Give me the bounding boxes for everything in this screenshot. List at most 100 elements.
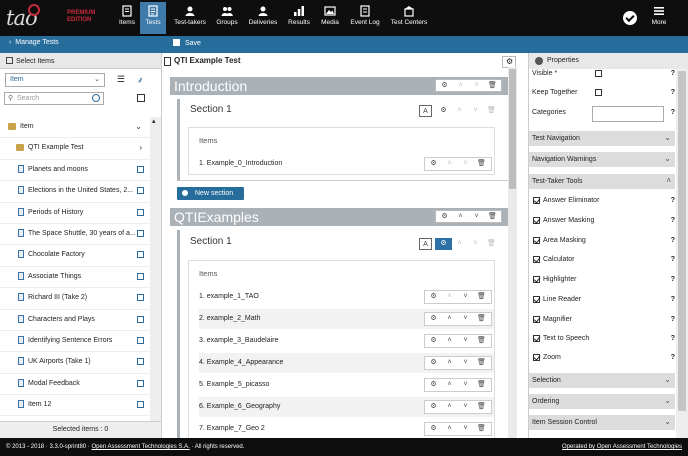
tree-item[interactable]: The Space Shuttle, 30 years of a... — [0, 224, 150, 246]
tree-item[interactable]: Planets and moons — [0, 160, 150, 182]
move-down-icon[interactable]: ˅ — [457, 158, 474, 170]
item-checkbox[interactable] — [137, 294, 144, 302]
tool-highlighter[interactable]: Highlighter? — [529, 276, 675, 283]
tool-calculator[interactable]: Calculator? — [529, 256, 675, 263]
move-up-icon[interactable]: ˄ — [441, 158, 458, 170]
tree-folder-item[interactable]: Item ⌄ — [0, 117, 150, 139]
more-menu[interactable]: More — [647, 2, 671, 34]
gear-icon[interactable]: ⚙ — [425, 335, 442, 347]
move-down-icon[interactable]: ˅ — [457, 401, 474, 413]
tree-item[interactable]: Periods of History — [0, 203, 150, 224]
help-icon[interactable]: ? — [671, 276, 675, 283]
help-icon[interactable]: ? — [671, 197, 675, 204]
help-icon[interactable]: ? — [671, 109, 675, 116]
trash-icon[interactable]: 🗑 — [483, 105, 500, 117]
trash-icon[interactable]: 🗑 — [473, 379, 490, 391]
nav-event-log[interactable]: Event Log — [347, 2, 383, 34]
gear-icon[interactable]: ⚙ — [425, 313, 442, 325]
accordion-navigation-warnings[interactable]: Navigation Warnings ⌄ — [529, 152, 675, 167]
tree-item[interactable]: Associate Things — [0, 267, 150, 289]
tool-zoom[interactable]: Zoom? — [529, 354, 675, 361]
item-checkbox[interactable] — [137, 165, 144, 173]
tool-checkbox[interactable] — [533, 197, 540, 204]
move-up-icon[interactable]: ˄ — [451, 238, 468, 250]
company-link[interactable]: Open Assessment Technologies S.A. — [91, 444, 189, 450]
right-scrollbar[interactable] — [676, 69, 688, 438]
center-scroll-thumb[interactable] — [509, 69, 516, 189]
item-checkbox[interactable] — [137, 379, 144, 387]
testpart-qtiexamples-header[interactable]: QTIExamples ⚙ ˄ ˅ 🗑 — [170, 208, 510, 226]
move-up-icon[interactable]: ˄ — [441, 313, 458, 325]
gear-icon[interactable]: ⚙ — [425, 158, 442, 170]
move-down-icon[interactable]: ˅ — [457, 335, 474, 347]
trash-icon[interactable]: 🗑 — [473, 401, 490, 413]
test-item-row[interactable]: 7. Example_7_Geo 2 ⚙ ˄ ˅ 🗑 — [199, 419, 494, 439]
tree-item[interactable]: Characters and Plays — [0, 310, 150, 331]
save-button[interactable]: Save — [173, 39, 201, 47]
keep-together-checkbox[interactable] — [595, 89, 602, 96]
move-up-icon[interactable]: ˄ — [452, 211, 469, 223]
nav-test-takers[interactable]: Test-takers — [171, 2, 209, 34]
tree-item[interactable]: UK Airports (Take 1) — [0, 352, 150, 374]
gear-icon[interactable]: ⚙ — [425, 291, 442, 303]
nav-test-centers[interactable]: Test Centers — [388, 2, 430, 34]
move-up-icon[interactable]: ˄ — [441, 401, 458, 413]
item-checkbox[interactable] — [137, 187, 144, 195]
tool-answer-eliminator[interactable]: Answer Eliminator? — [529, 197, 675, 204]
move-up-icon[interactable]: ˄ — [452, 80, 469, 92]
list-view-icon[interactable]: ☰ — [117, 74, 125, 85]
item-checkbox[interactable] — [137, 272, 144, 280]
operated-by-link[interactable]: Operated by Open Assessment Technologies — [562, 444, 682, 450]
move-down-icon[interactable]: ˅ — [457, 291, 474, 303]
tao-logo[interactable]: tao — [6, 2, 68, 34]
gear-icon[interactable]: ⚙ — [435, 238, 452, 250]
test-item-row[interactable]: 5. Example_5_picasso ⚙ ˄ ˅ 🗑 — [199, 375, 494, 395]
help-icon[interactable]: ? — [671, 70, 675, 77]
item-checkbox[interactable] — [137, 358, 144, 366]
move-up-icon[interactable]: ˄ — [441, 357, 458, 369]
nav-results[interactable]: Results — [285, 2, 313, 34]
move-up-icon[interactable]: ˄ — [441, 379, 458, 391]
tool-checkbox[interactable] — [533, 256, 540, 263]
item-checkbox[interactable] — [137, 208, 144, 216]
test-item-row[interactable]: 1. example_1_TAO ⚙ ˄ ˅ 🗑 — [199, 287, 494, 307]
rubric-block-icon[interactable]: A — [419, 238, 432, 250]
gear-icon[interactable]: ⚙ — [436, 211, 453, 223]
nav-media[interactable]: Media — [318, 2, 342, 34]
tool-checkbox[interactable] — [533, 296, 540, 303]
tree-subfolder[interactable]: QTI Example Test › — [0, 138, 150, 160]
tool-checkbox[interactable] — [533, 237, 540, 244]
help-icon[interactable]: ? — [671, 256, 675, 263]
test-item-row[interactable]: 6. Example_6_Geography ⚙ ˄ ˅ 🗑 — [199, 397, 494, 417]
move-up-icon[interactable]: ˄ — [441, 291, 458, 303]
accordion-ordering[interactable]: Ordering ⌄ — [529, 394, 675, 409]
accordion-selection[interactable]: Selection ⌄ — [529, 373, 675, 388]
trash-icon[interactable]: 🗑 — [473, 423, 490, 435]
tool-checkbox[interactable] — [533, 316, 540, 323]
select-all-checkbox[interactable] — [137, 94, 145, 102]
move-down-icon[interactable]: ˅ — [468, 211, 485, 223]
gear-icon[interactable]: ⚙ — [425, 401, 442, 413]
item-checkbox[interactable] — [137, 401, 144, 409]
item-checkbox[interactable] — [137, 315, 144, 323]
trash-icon[interactable]: 🗑 — [473, 335, 490, 347]
rubric-block-icon[interactable]: A — [419, 105, 432, 117]
testpart-introduction-header[interactable]: Introduction ⚙ ˄ ˅ 🗑 — [170, 77, 510, 95]
move-down-icon[interactable]: ˅ — [457, 357, 474, 369]
trash-icon[interactable]: 🗑 — [473, 313, 490, 325]
accordion-test-taker-tools[interactable]: Test-Taker Tools ˄ — [529, 174, 675, 189]
gear-icon[interactable]: ⚙ — [425, 357, 442, 369]
tree-item[interactable]: Identifying Sentence Errors — [0, 331, 150, 353]
tool-checkbox[interactable] — [533, 335, 540, 342]
test-item-row[interactable]: 3. example_3_Baudelaire ⚙ ˄ ˅ 🗑 — [199, 331, 494, 351]
accordion-item-session-control[interactable]: Item Session Control ⌄ — [529, 415, 675, 430]
search-input[interactable]: ⚲ Search — [4, 92, 104, 105]
tool-answer-masking[interactable]: Answer Masking? — [529, 217, 675, 224]
nav-groups[interactable]: Groups — [213, 2, 241, 34]
item-checkbox[interactable] — [137, 251, 144, 259]
move-down-icon[interactable]: ˅ — [457, 423, 474, 435]
tool-area-masking[interactable]: Area Masking? — [529, 237, 675, 244]
gear-icon[interactable]: ⚙ — [425, 379, 442, 391]
test-item-row[interactable]: 1. Example_0_Introduction ⚙ ˄ ˅ 🗑 — [199, 154, 494, 174]
left-scrollbar[interactable]: ▴ ▾ — [150, 117, 161, 456]
